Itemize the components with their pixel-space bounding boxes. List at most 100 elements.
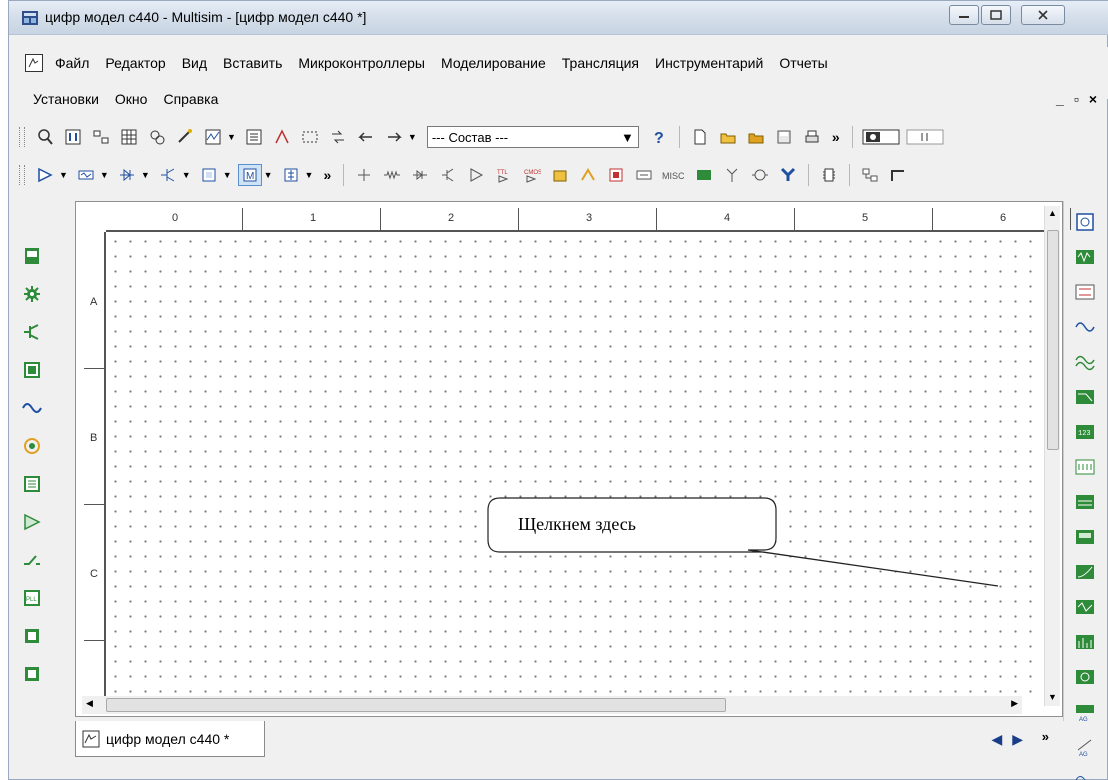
save-icon[interactable] [772,126,796,148]
minimize-button[interactable] [949,5,979,25]
new-file-icon[interactable] [688,126,712,148]
analog-palette-icon[interactable] [22,360,42,380]
forward-annotate-icon[interactable] [382,126,406,148]
agilent-multimeter-icon[interactable]: AG [1074,736,1096,758]
scroll-right-icon[interactable]: ▶ [1011,698,1018,709]
rf-icon[interactable] [720,164,744,186]
pause-switch-icon[interactable] [905,126,945,148]
toolbar-grip[interactable] [19,165,25,185]
dropdown-arrow-icon[interactable]: ▼ [223,170,232,180]
mdi-restore-icon[interactable]: ▫ [1074,91,1079,107]
mixed-icon[interactable] [576,164,600,186]
pll-palette-icon[interactable]: PLL [22,588,42,608]
document-menu-icon[interactable] [25,54,43,72]
transistor-icon[interactable] [436,164,460,186]
postprocessor-icon[interactable] [242,126,266,148]
menu-options[interactable]: Установки [25,91,107,107]
place-diode-icon[interactable] [115,164,139,186]
transfer-icon[interactable] [326,126,350,148]
menu-window[interactable]: Окно [107,91,156,107]
horizontal-scroll-thumb[interactable] [106,698,726,712]
vertical-scrollbar[interactable]: ▲ ▼ [1044,206,1060,706]
chip-palette-icon[interactable] [22,664,42,684]
menu-file[interactable]: Файл [47,55,97,71]
scroll-left-icon[interactable]: ◀ [86,698,93,709]
chip-palette-icon[interactable] [22,626,42,646]
tab-document[interactable]: цифр модел c440 * [75,721,265,757]
dropdown-arrow-icon[interactable]: ▼ [100,170,109,180]
diode-icon[interactable] [408,164,432,186]
gear-palette-icon[interactable] [22,284,42,304]
ttl-icon[interactable]: TTL [492,164,516,186]
cmos-icon[interactable]: CMOS [520,164,544,186]
menu-view[interactable]: Вид [174,55,215,71]
switch-palette-icon[interactable] [22,550,42,570]
menu-help[interactable]: Справка [155,91,226,107]
schematic-grid[interactable] [108,234,1036,702]
place-transistor-icon[interactable] [156,164,180,186]
dropdown-arrow-icon[interactable]: ▼ [141,170,150,180]
place-source-icon[interactable] [33,164,57,186]
dropdown-arrow-icon[interactable]: ▼ [182,170,191,180]
erc-icon[interactable] [270,126,294,148]
hierarchical-block-icon[interactable] [858,164,882,186]
target-palette-icon[interactable] [22,436,42,456]
agilent-scope-icon[interactable]: AG [1074,771,1096,780]
back-annotate-icon[interactable] [354,126,378,148]
toolbar-overflow-icon[interactable]: » [323,167,331,183]
network-analyzer-icon[interactable] [1074,666,1096,688]
spectrum-analyzer-icon[interactable] [1074,631,1096,653]
simulate-switch-icon[interactable] [861,126,901,148]
indicator-icon[interactable] [604,164,628,186]
open-sample-icon[interactable] [744,126,768,148]
menu-transfer[interactable]: Трансляция [554,55,647,71]
place-mixed-icon[interactable] [279,164,303,186]
tab-next-icon[interactable]: ▶ [1012,731,1023,748]
source-icon[interactable] [352,164,376,186]
close-button[interactable] [1021,5,1065,25]
bus-icon[interactable] [886,164,910,186]
four-channel-scope-icon[interactable] [1074,351,1096,373]
menu-insert[interactable]: Вставить [215,55,290,71]
menu-reports[interactable]: Отчеты [771,55,835,71]
place-analog-icon[interactable] [197,164,221,186]
print-icon[interactable] [800,126,824,148]
word-generator-icon[interactable] [1074,456,1096,478]
dropdown-arrow-icon[interactable]: ▼ [264,170,273,180]
misc-icon[interactable]: MISC [660,164,688,186]
advanced-peripherals-icon[interactable] [692,164,716,186]
place-misc-digital-icon[interactable]: M [237,164,262,186]
resistor-icon[interactable] [380,164,404,186]
mdi-minimize-icon[interactable]: _ [1056,91,1064,107]
place-basic-icon[interactable] [74,164,98,186]
vertical-scroll-thumb[interactable] [1047,230,1059,450]
dropdown-arrow-icon[interactable]: ▼ [59,170,68,180]
mcu-icon[interactable] [817,164,841,186]
dropdown-arrow-icon[interactable]: ▼ [227,132,236,142]
oscilloscope-icon[interactable] [1074,316,1096,338]
horizontal-scrollbar[interactable]: ◀ ▶ [82,696,1022,714]
menu-edit[interactable]: Редактор [97,55,173,71]
transistor-palette-icon[interactable] [22,322,42,342]
agilent-generator-icon[interactable]: AG [1074,701,1096,723]
dropdown-arrow-icon[interactable]: ▼ [408,132,417,142]
help-icon[interactable]: ? [647,126,671,148]
tab-prev-icon[interactable]: ◀ [991,731,1002,748]
grapher-icon[interactable] [201,126,225,148]
misc-digital-icon[interactable] [548,164,572,186]
frequency-counter-icon[interactable]: 123 [1074,421,1096,443]
database-icon[interactable] [145,126,169,148]
menu-mcu[interactable]: Микроконтроллеры [290,55,433,71]
toolbar-grip[interactable] [19,127,25,147]
schematic-canvas[interactable]: 0 1 2 3 4 5 6 A B C Щелкнем здесь ▲ ▼ ◀ ▶ [75,201,1071,717]
ni-components-icon[interactable] [776,164,800,186]
menu-tools[interactable]: Инструментарий [647,55,771,71]
wattmeter-icon[interactable] [1074,281,1096,303]
mdi-close-icon[interactable]: × [1089,91,1097,107]
power-icon[interactable] [632,164,656,186]
electromechanical-icon[interactable] [748,164,772,186]
maximize-button[interactable] [981,5,1011,25]
scroll-down-icon[interactable]: ▼ [1048,692,1057,702]
design-toolbox-icon[interactable] [61,126,85,148]
spreadsheet-icon[interactable] [117,126,141,148]
